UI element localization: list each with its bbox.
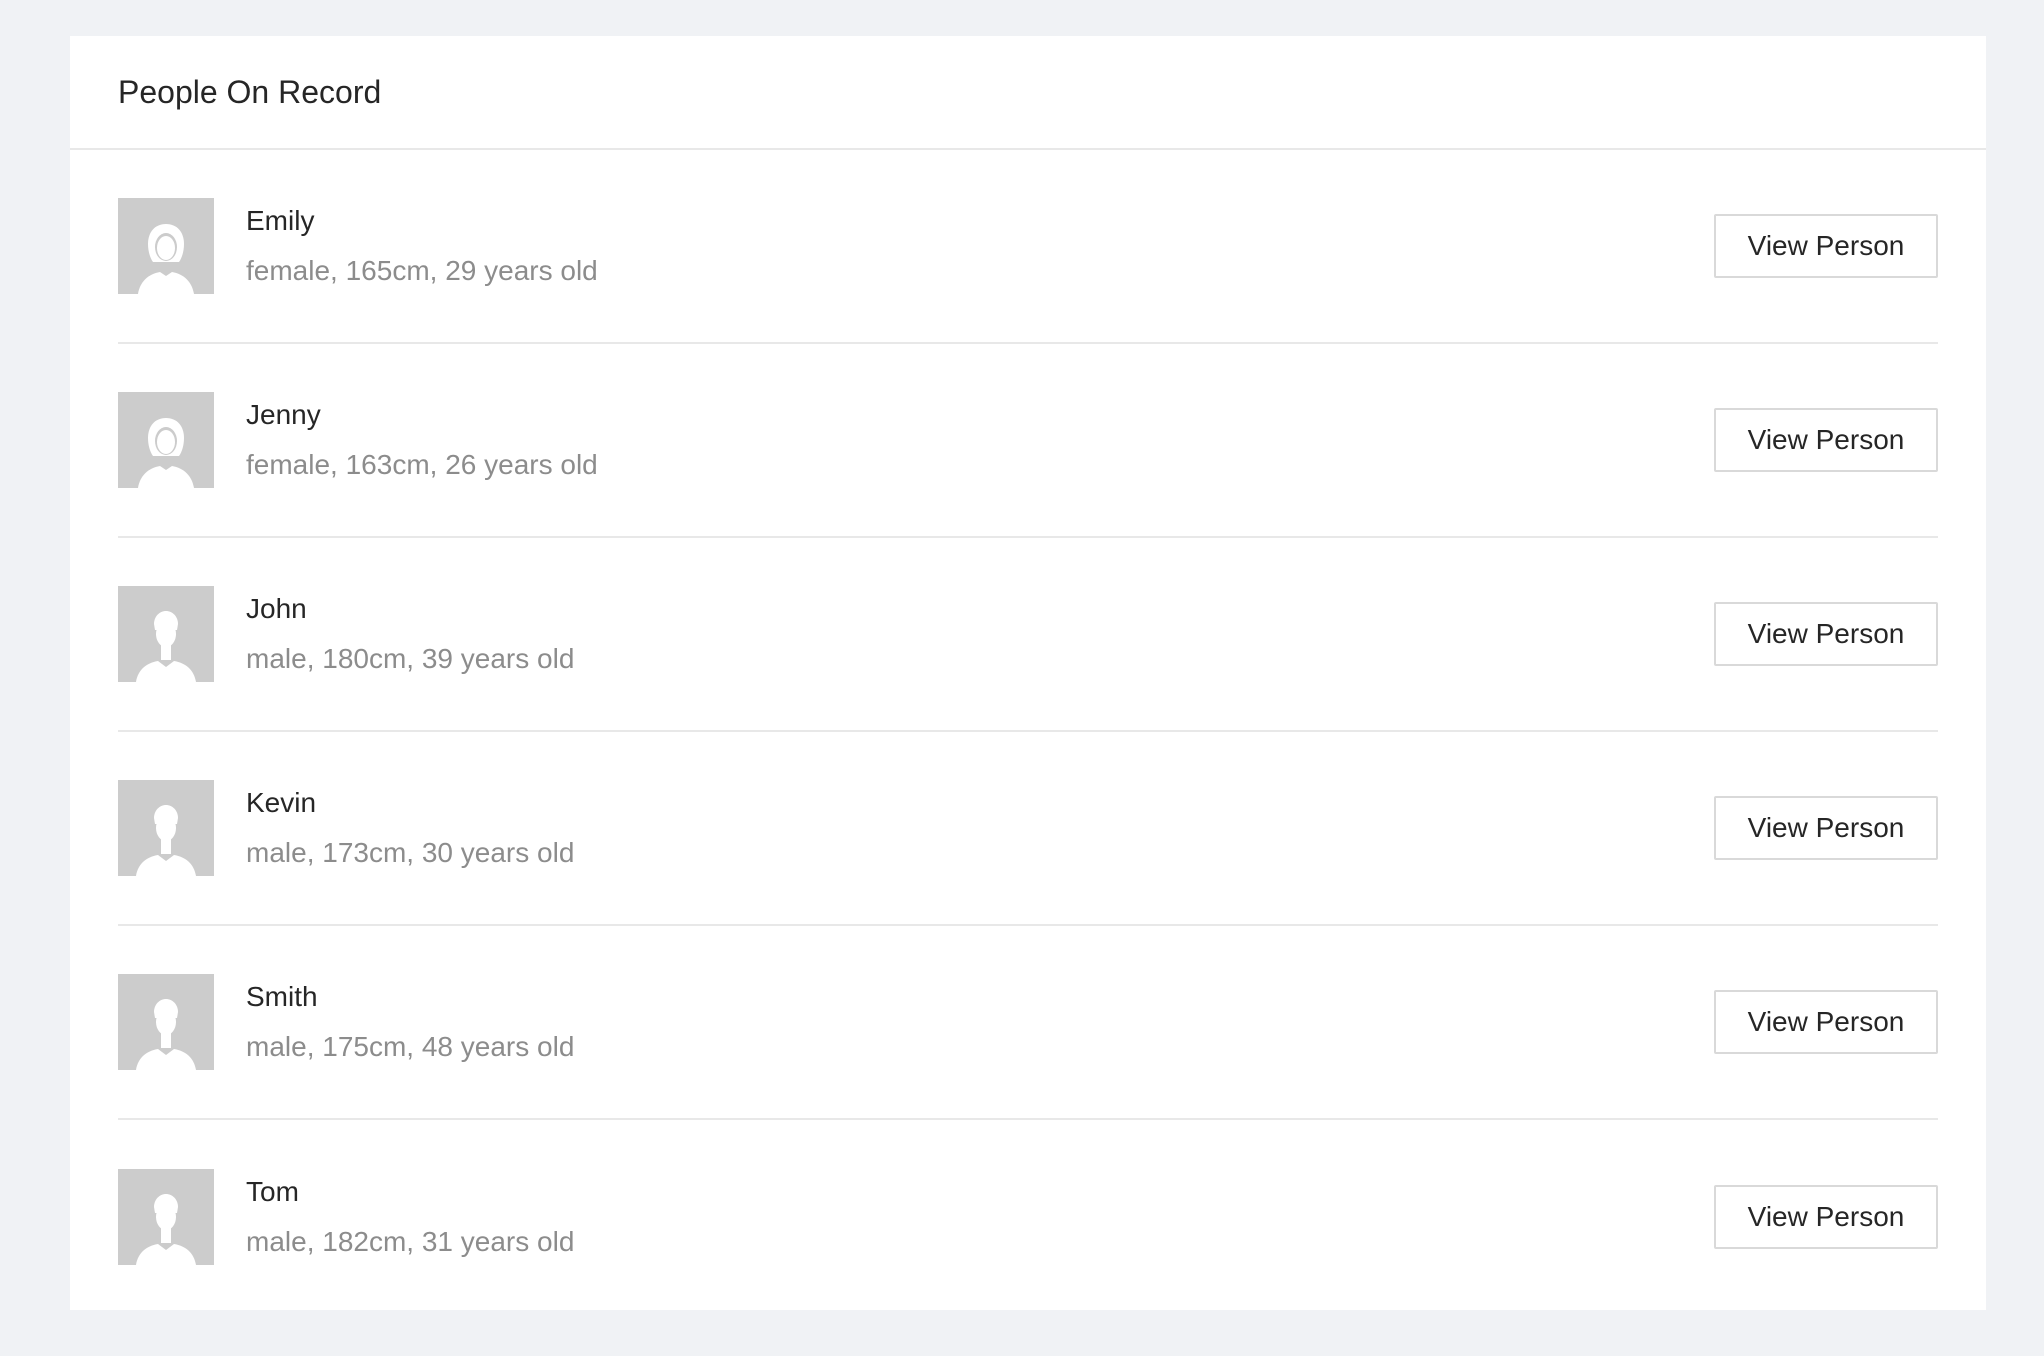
male-avatar-icon — [136, 611, 196, 682]
list-item: Smith male, 175cm, 48 years old View Per… — [118, 926, 1938, 1120]
view-person-button[interactable]: View Person — [1714, 990, 1938, 1054]
avatar — [118, 780, 214, 876]
person-name: Kevin — [246, 787, 317, 818]
card-header: People On Record — [70, 36, 1986, 150]
female-avatar-icon — [138, 224, 194, 294]
male-avatar-icon — [136, 999, 196, 1070]
avatar — [118, 392, 214, 488]
person-description: male, 182cm, 31 years old — [246, 1226, 575, 1257]
people-card: People On Record Emily female, 165cm, 29… — [70, 36, 1986, 1310]
avatar — [118, 974, 214, 1070]
avatar — [118, 1169, 214, 1265]
list-item: Kevin male, 173cm, 30 years old View Per… — [118, 732, 1938, 926]
person-description: female, 165cm, 29 years old — [246, 255, 598, 286]
male-avatar-icon — [136, 805, 196, 876]
avatar — [118, 198, 214, 294]
page-title: People On Record — [118, 73, 382, 110]
person-name: Tom — [246, 1176, 299, 1207]
person-description: male, 180cm, 39 years old — [246, 643, 575, 674]
list-item: Tom male, 182cm, 31 years old View Perso… — [118, 1120, 1938, 1314]
view-person-button[interactable]: View Person — [1714, 214, 1938, 278]
list-item: John male, 180cm, 39 years old View Pers… — [118, 538, 1938, 732]
person-name: Smith — [246, 981, 318, 1012]
male-avatar-icon — [136, 1194, 196, 1265]
person-description: female, 163cm, 26 years old — [246, 449, 598, 480]
people-list: Emily female, 165cm, 29 years old View P… — [70, 150, 1986, 1314]
avatar — [118, 586, 214, 682]
person-description: male, 175cm, 48 years old — [246, 1031, 575, 1062]
person-name: John — [246, 593, 307, 624]
list-item: Emily female, 165cm, 29 years old View P… — [118, 150, 1938, 344]
female-avatar-icon — [138, 418, 194, 488]
view-person-button[interactable]: View Person — [1714, 796, 1938, 860]
person-description: male, 173cm, 30 years old — [246, 837, 575, 868]
view-person-button[interactable]: View Person — [1714, 408, 1938, 472]
person-name: Emily — [246, 205, 315, 236]
list-item: Jenny female, 163cm, 26 years old View P… — [118, 344, 1938, 538]
view-person-button[interactable]: View Person — [1714, 602, 1938, 666]
view-person-button[interactable]: View Person — [1714, 1185, 1938, 1249]
person-name: Jenny — [246, 399, 321, 430]
